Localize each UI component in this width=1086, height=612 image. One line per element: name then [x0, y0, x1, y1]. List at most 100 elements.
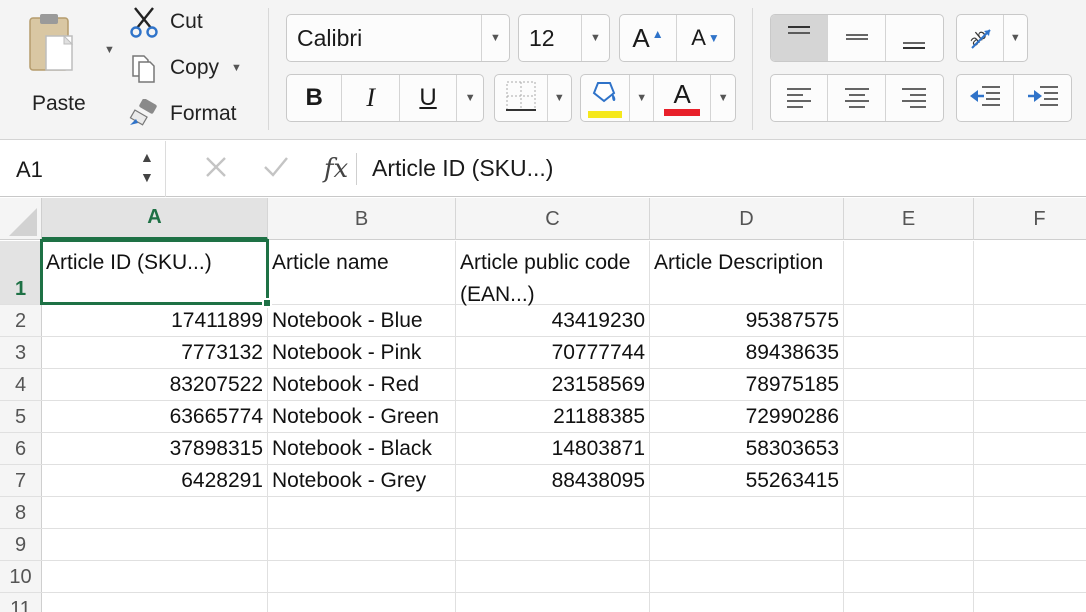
cell-c3[interactable]: 70777744 [456, 337, 650, 368]
cell-b3[interactable]: Notebook - Pink [268, 337, 456, 368]
cell-c4[interactable]: 23158569 [456, 369, 650, 400]
cell-f8[interactable] [974, 497, 1086, 528]
cell-c9[interactable] [456, 529, 650, 560]
row-header[interactable]: 11 [0, 593, 42, 612]
align-middle-button[interactable] [828, 15, 886, 61]
cell-f3[interactable] [974, 337, 1086, 368]
borders-button[interactable] [495, 75, 548, 121]
cell-b8[interactable] [268, 497, 456, 528]
row-header[interactable]: 7 [0, 465, 42, 496]
confirm-icon[interactable] [246, 154, 306, 185]
cell-b7[interactable]: Notebook - Grey [268, 465, 456, 496]
cell-e5[interactable] [844, 401, 974, 432]
cell-b1[interactable]: Article name [268, 241, 456, 304]
cell-b10[interactable] [268, 561, 456, 592]
cell-e10[interactable] [844, 561, 974, 592]
italic-button[interactable]: I [342, 75, 400, 121]
cell-f7[interactable] [974, 465, 1086, 496]
paste-button[interactable]: ▼ Paste [14, 8, 115, 115]
cell-f2[interactable] [974, 305, 1086, 336]
name-box[interactable]: A1 ▲ ▼ [0, 141, 166, 197]
cell-e9[interactable] [844, 529, 974, 560]
cell-b5[interactable]: Notebook - Green [268, 401, 456, 432]
cell-c5[interactable]: 21188385 [456, 401, 650, 432]
cell-a8[interactable] [42, 497, 268, 528]
cell-f5[interactable] [974, 401, 1086, 432]
cell-e11[interactable] [844, 593, 974, 612]
cell-c11[interactable] [456, 593, 650, 612]
row-header[interactable]: 8 [0, 497, 42, 528]
fill-color-dropdown-icon[interactable]: ▼ [630, 75, 655, 121]
cell-f6[interactable] [974, 433, 1086, 464]
row-header[interactable]: 1 [0, 241, 42, 304]
grow-font-button[interactable]: A ▲ [620, 15, 678, 61]
row-header[interactable]: 2 [0, 305, 42, 336]
orientation-dropdown-icon[interactable]: ▼ [1004, 15, 1027, 61]
align-right-button[interactable] [886, 75, 943, 121]
cell-e6[interactable] [844, 433, 974, 464]
bold-button[interactable]: B [287, 75, 343, 121]
insert-function-icon[interactable]: fx [306, 154, 366, 184]
column-header-c[interactable]: C [456, 198, 650, 240]
name-box-stepper-icon[interactable]: ▲ ▼ [140, 147, 154, 187]
cell-d10[interactable] [650, 561, 844, 592]
cell-f11[interactable] [974, 593, 1086, 612]
cell-a1[interactable]: Article ID (SKU...) [42, 241, 268, 304]
cell-e1[interactable] [844, 241, 974, 304]
fill-color-button[interactable] [581, 75, 631, 121]
decrease-indent-button[interactable] [957, 75, 1015, 121]
cell-a10[interactable] [42, 561, 268, 592]
copy-dropdown-icon[interactable]: ▼ [231, 62, 242, 74]
increase-indent-button[interactable] [1014, 75, 1071, 121]
cell-f1[interactable] [974, 241, 1086, 304]
cell-c7[interactable]: 88438095 [456, 465, 650, 496]
cell-c8[interactable] [456, 497, 650, 528]
cell-b6[interactable]: Notebook - Black [268, 433, 456, 464]
cell-a4[interactable]: 83207522 [42, 369, 268, 400]
cell-a9[interactable] [42, 529, 268, 560]
row-header[interactable]: 4 [0, 369, 42, 400]
font-color-button[interactable]: A [654, 75, 712, 121]
shrink-font-button[interactable]: A ▼ [677, 15, 734, 61]
cut-button[interactable]: Cut [126, 4, 203, 40]
cell-a3[interactable]: 7773132 [42, 337, 268, 368]
cell-a5[interactable]: 63665774 [42, 401, 268, 432]
column-header-e[interactable]: E [844, 198, 974, 240]
cell-c10[interactable] [456, 561, 650, 592]
underline-dropdown-icon[interactable]: ▼ [457, 75, 483, 121]
align-bottom-button[interactable] [886, 15, 943, 61]
paste-dropdown-icon[interactable]: ▼ [104, 44, 115, 56]
cell-d5[interactable]: 72990286 [650, 401, 844, 432]
font-size-dropdown-icon[interactable]: ▼ [581, 15, 609, 61]
align-top-button[interactable] [771, 15, 829, 61]
cell-e3[interactable] [844, 337, 974, 368]
cell-e7[interactable] [844, 465, 974, 496]
row-header[interactable]: 3 [0, 337, 42, 368]
row-header[interactable]: 9 [0, 529, 42, 560]
row-header[interactable]: 10 [0, 561, 42, 592]
cell-b4[interactable]: Notebook - Red [268, 369, 456, 400]
column-header-a[interactable]: A [42, 198, 268, 240]
cell-b11[interactable] [268, 593, 456, 612]
cell-c6[interactable]: 14803871 [456, 433, 650, 464]
cell-d2[interactable]: 95387575 [650, 305, 844, 336]
font-name-combobox[interactable]: Calibri ▼ [286, 14, 510, 62]
column-header-f[interactable]: F [974, 198, 1086, 240]
column-header-b[interactable]: B [268, 198, 456, 240]
column-header-d[interactable]: D [650, 198, 844, 240]
font-color-dropdown-icon[interactable]: ▼ [711, 75, 735, 121]
cell-d1[interactable]: Article Description [650, 241, 844, 304]
cell-d9[interactable] [650, 529, 844, 560]
cell-d11[interactable] [650, 593, 844, 612]
cell-f9[interactable] [974, 529, 1086, 560]
cell-e4[interactable] [844, 369, 974, 400]
cell-c1[interactable]: Article public code (EAN...) [456, 241, 650, 306]
cell-f4[interactable] [974, 369, 1086, 400]
copy-button[interactable]: Copy ▼ [126, 50, 242, 86]
format-painter-button[interactable]: Format [126, 96, 237, 132]
cell-e2[interactable] [844, 305, 974, 336]
formula-input[interactable]: Article ID (SKU...) [372, 155, 553, 182]
align-center-button[interactable] [828, 75, 886, 121]
cell-a6[interactable]: 37898315 [42, 433, 268, 464]
row-header[interactable]: 6 [0, 433, 42, 464]
